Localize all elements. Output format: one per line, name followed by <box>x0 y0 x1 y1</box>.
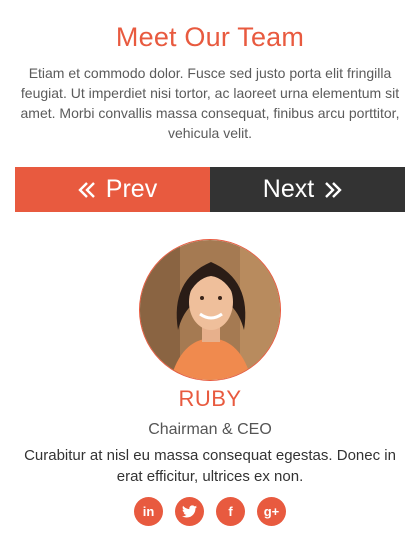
member-name: RUBY <box>178 386 242 411</box>
google-plus-icon[interactable]: g+ <box>257 497 286 526</box>
linkedin-icon[interactable]: in <box>134 497 163 526</box>
team-nav: Prev Next <box>15 167 405 212</box>
facebook-glyph: f <box>228 504 233 519</box>
prev-button[interactable]: Prev <box>15 167 210 212</box>
twitter-icon[interactable] <box>175 497 204 526</box>
facebook-icon[interactable]: f <box>216 497 245 526</box>
next-button[interactable]: Next <box>210 167 405 212</box>
member-bio: Curabitur at nisl eu massa consequat ege… <box>24 447 396 485</box>
twitter-bird-glyph <box>182 505 197 518</box>
google-plus-glyph: g+ <box>263 504 280 519</box>
double-chevron-right-icon <box>324 181 342 198</box>
team-section: Meet Our Team Etiam et commodo dolor. Fu… <box>0 0 420 556</box>
prev-label: Prev <box>105 175 158 203</box>
member-avatar <box>139 239 281 381</box>
section-intro: Etiam et commodo dolor. Fusce sed justo … <box>20 65 400 141</box>
double-chevron-left-icon <box>78 181 96 198</box>
social-links: in f g+ <box>0 497 420 526</box>
member-role: Chairman & CEO <box>148 421 272 438</box>
section-title: Meet Our Team <box>115 22 305 52</box>
next-label: Next <box>262 175 315 203</box>
linkedin-glyph: in <box>142 504 155 519</box>
